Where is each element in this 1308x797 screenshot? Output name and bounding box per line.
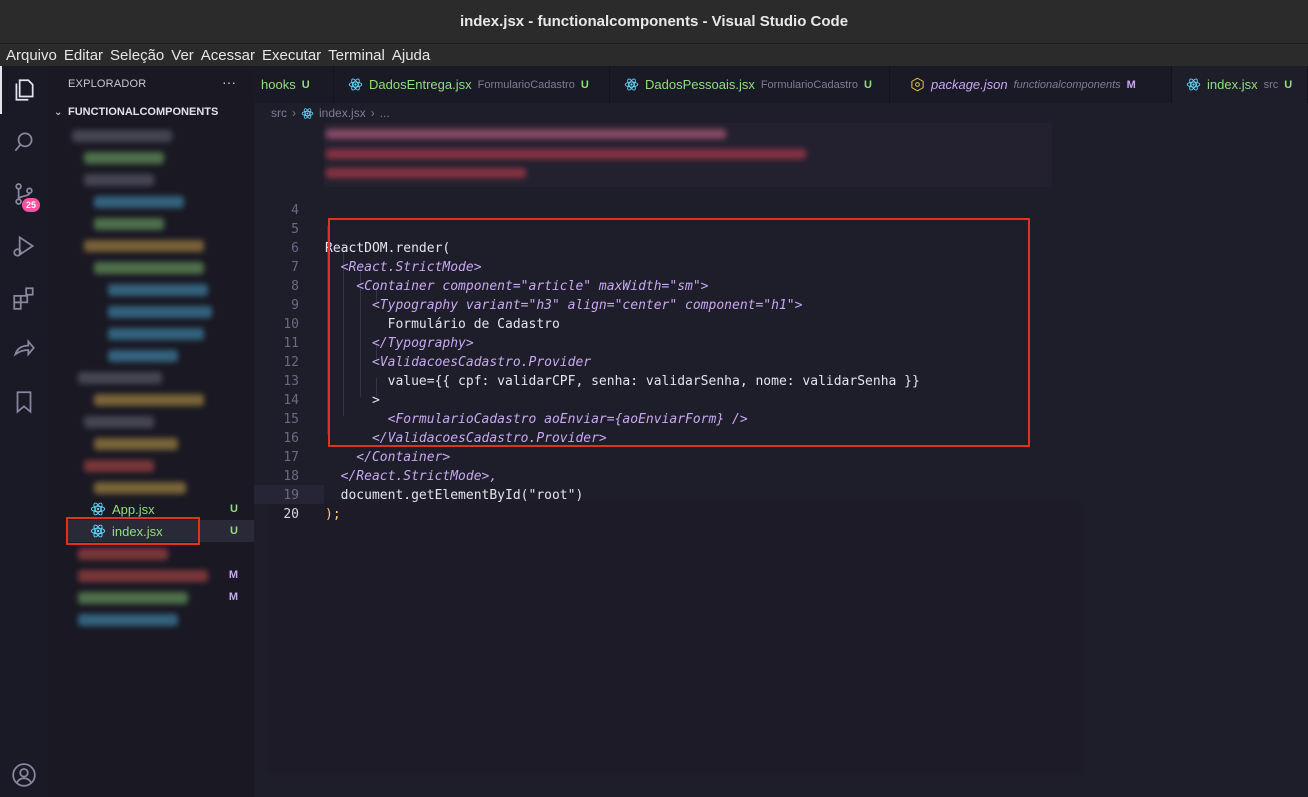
- menu-executar[interactable]: Executar: [262, 47, 321, 64]
- chevron-right-icon: ›: [370, 106, 375, 120]
- bookmarks-activity[interactable]: [0, 378, 48, 426]
- search-activity[interactable]: [0, 118, 48, 166]
- remote-activity[interactable]: [0, 326, 48, 374]
- tab-status: U: [1284, 78, 1293, 91]
- project-folder[interactable]: ⌄ FUNCTIONALCOMPONENTS: [54, 106, 218, 118]
- menu-editar[interactable]: Editar: [64, 47, 103, 64]
- breadcrumb-file[interactable]: index.jsx: [319, 106, 366, 120]
- menu-ajuda[interactable]: Ajuda: [392, 47, 430, 64]
- extensions-icon: [13, 287, 34, 310]
- more-actions-icon[interactable]: ···: [222, 74, 236, 90]
- tab-package-json[interactable]: package.json functionalcomponents M: [890, 66, 1172, 103]
- code-line: 20: [254, 486, 1308, 522]
- run-debug-activity[interactable]: [0, 222, 48, 270]
- react-icon: [90, 502, 106, 516]
- tab-status: M: [1126, 78, 1136, 91]
- tab-index-jsx[interactable]: index.jsx src U: [1172, 66, 1308, 103]
- explorer-header: EXPLORADOR: [68, 78, 147, 90]
- files-icon: [15, 79, 34, 101]
- code-text: );: [325, 507, 341, 522]
- active-indicator: [0, 66, 2, 114]
- account-icon: [12, 763, 36, 787]
- annotation-box-code: [328, 218, 1030, 447]
- tab-hooks[interactable]: hooks U: [254, 66, 334, 103]
- share-icon: [13, 338, 35, 357]
- blurred-status-m: M: [228, 569, 238, 581]
- tab-label: hooks: [261, 77, 296, 92]
- bookmark-icon: [16, 391, 32, 414]
- tab-label: DadosEntrega.jsx: [369, 77, 472, 92]
- scm-count-badge: 25: [22, 198, 40, 212]
- react-icon: [301, 107, 314, 119]
- blurred-imports: [324, 123, 1052, 187]
- explorer-activity[interactable]: [0, 66, 48, 114]
- tab-path: FormularioCadastro: [477, 78, 575, 91]
- code-editor[interactable]: 4 5 ReactDOM.render( 6 <React.StrictMode…: [254, 123, 1308, 797]
- breadcrumb-folder[interactable]: src: [271, 106, 287, 120]
- tab-path: functionalcomponents: [1013, 78, 1121, 91]
- breadcrumb: src › index.jsx › ...: [254, 103, 1308, 123]
- chevron-down-icon: ⌄: [54, 106, 63, 118]
- search-icon: [14, 132, 33, 152]
- annotation-box-index-file: [66, 517, 200, 545]
- source-control-activity[interactable]: 25: [0, 170, 48, 218]
- menu-acessar[interactable]: Acessar: [201, 47, 255, 64]
- chevron-right-icon: ›: [292, 106, 296, 120]
- tab-path: src: [1263, 78, 1279, 91]
- line-number: 20: [283, 507, 299, 522]
- react-icon: [624, 78, 639, 91]
- menu-ver[interactable]: Ver: [171, 47, 194, 64]
- explorer-sidebar: EXPLORADOR ··· ⌄ FUNCTIONALCOMPONENTS M …: [48, 66, 254, 797]
- run-debug-icon: [13, 235, 35, 257]
- git-status-untracked: U: [230, 503, 238, 515]
- menu-bar: Arquivo Editar Seleção Ver Acessar Execu…: [0, 44, 1308, 66]
- blurred-status-m: M: [228, 591, 238, 603]
- title-bar: index.jsx - functionalcomponents - Visua…: [0, 0, 1308, 44]
- project-name: FUNCTIONALCOMPONENTS: [68, 106, 219, 118]
- editor-tabs: hooks U DadosEntrega.jsx FormularioCadas…: [254, 66, 1308, 103]
- tab-status: U: [864, 78, 872, 91]
- tab-dados-entrega[interactable]: DadosEntrega.jsx FormularioCadastro U: [334, 66, 610, 103]
- json-icon: [911, 77, 924, 92]
- tab-path: FormularioCadastro: [760, 78, 859, 91]
- tab-status: U: [580, 78, 589, 91]
- extensions-activity[interactable]: [0, 274, 48, 322]
- tab-label: index.jsx: [1207, 77, 1258, 92]
- code-line: 19 );: [254, 467, 1308, 522]
- tab-label: package.json: [931, 77, 1008, 92]
- breadcrumb-more[interactable]: ...: [380, 106, 390, 120]
- activity-bar: 25: [0, 66, 48, 797]
- tab-status: U: [301, 78, 310, 91]
- window-title: index.jsx - functionalcomponents - Visua…: [459, 13, 849, 30]
- code-line: 4: [254, 182, 1308, 218]
- menu-terminal[interactable]: Terminal: [328, 47, 385, 64]
- react-icon: [1186, 78, 1201, 91]
- accounts-activity[interactable]: [0, 751, 48, 797]
- menu-arquivo[interactable]: Arquivo: [6, 47, 57, 64]
- tab-label: DadosPessoais.jsx: [645, 77, 755, 92]
- tab-dados-pessoais[interactable]: DadosPessoais.jsx FormularioCadastro U: [610, 66, 890, 103]
- file-name: App.jsx: [112, 501, 155, 517]
- blurred-area: [268, 503, 1082, 773]
- menu-selecao[interactable]: Seleção: [110, 47, 164, 64]
- code-line: 18 document.getElementById("root"): [254, 448, 1308, 503]
- git-status-untracked: U: [230, 525, 238, 537]
- react-icon: [348, 78, 363, 91]
